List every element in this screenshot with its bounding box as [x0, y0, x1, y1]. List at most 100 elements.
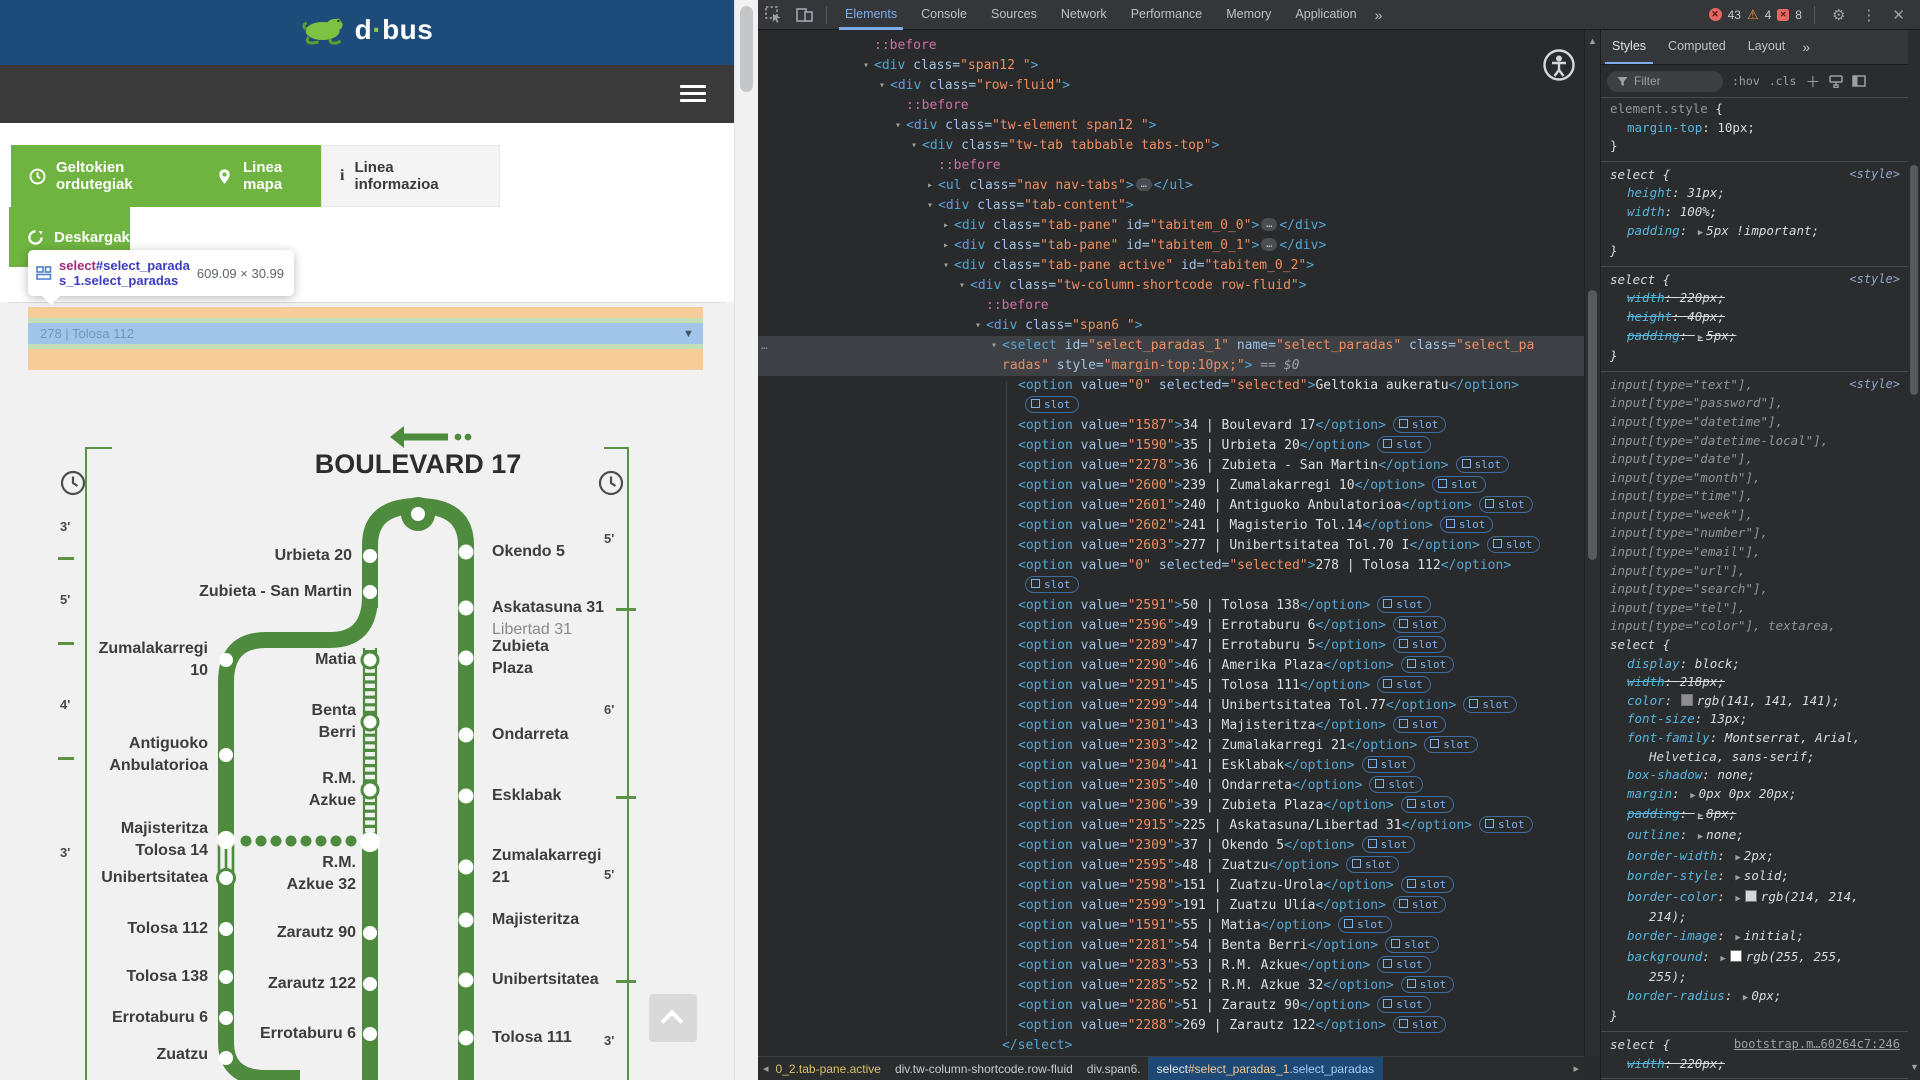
expand-arrow-icon[interactable]: ▾: [988, 336, 1000, 356]
expand-arrow-icon[interactable]: ▾: [908, 136, 920, 156]
code-line[interactable]: <option value="2599">191 | Zuatzu Ulía</…: [758, 896, 1584, 916]
stylesheet-link[interactable]: <style>: [1849, 377, 1900, 391]
devtools-tab-console[interactable]: Console: [909, 0, 979, 30]
code-line[interactable]: <option value="1587">34 | Boulevard 17</…: [758, 416, 1584, 436]
code-line[interactable]: <option value="2306">39 | Zubieta Plaza<…: [758, 796, 1584, 816]
expand-children-button[interactable]: …: [1261, 218, 1277, 231]
more-sidebar-tabs-icon[interactable]: »: [1796, 39, 1816, 55]
css-property[interactable]: box-shadow: none;: [1601, 766, 1908, 785]
code-line[interactable]: ▸<div class="tab-pane" id="tabitem_0_0">…: [758, 216, 1584, 236]
slot-badge[interactable]: slot: [1393, 616, 1447, 633]
expand-arrow-icon[interactable]: ▾: [924, 196, 936, 216]
css-property[interactable]: width: 100%;: [1601, 203, 1908, 222]
slot-badge[interactable]: slot: [1463, 696, 1517, 713]
slot-badge[interactable]: slot: [1424, 736, 1478, 753]
css-property[interactable]: outline: ▶none;: [1601, 826, 1908, 847]
expand-shorthand-icon[interactable]: ▶: [1698, 333, 1703, 343]
breadcrumb-item[interactable]: div.span6.: [1080, 1062, 1148, 1076]
code-line[interactable]: <option value="2591">50 | Tolosa 138</op…: [758, 596, 1584, 616]
breadcrumb-item-selected[interactable]: select#select_paradas_1.select_paradas: [1148, 1057, 1384, 1080]
css-property[interactable]: padding: ▶8px;: [1601, 805, 1908, 826]
code-line[interactable]: ::before: [758, 96, 1584, 116]
code-line[interactable]: <option value="2602">241 | Magisterio To…: [758, 516, 1584, 536]
page-scrollbar-thumb[interactable]: [740, 6, 753, 92]
code-line[interactable]: ::before: [758, 156, 1584, 176]
inspect-element-icon[interactable]: [765, 6, 782, 23]
code-line[interactable]: <option value="2283">53 | R.M. Azkue</op…: [758, 956, 1584, 976]
scrollbar-down-arrow[interactable]: ▼: [1910, 1062, 1919, 1072]
new-style-rule-button[interactable]: ＋: [1805, 71, 1820, 92]
code-line[interactable]: ▸<div class="tab-pane" id="tabitem_0_1">…: [758, 236, 1584, 256]
slot-badge[interactable]: slot: [1401, 876, 1455, 893]
css-property[interactable]: border-radius: ▶0px;: [1601, 987, 1908, 1008]
toggle-hover-state-button[interactable]: :hov: [1732, 74, 1760, 88]
device-toolbar-icon[interactable]: [796, 6, 813, 23]
accessibility-person-icon[interactable]: [1542, 48, 1576, 82]
css-property[interactable]: height: 40px;: [1601, 308, 1908, 327]
expand-shorthand-icon[interactable]: ▶: [1698, 811, 1703, 821]
slot-badge[interactable]: slot: [1487, 536, 1541, 553]
css-property[interactable]: width: 220px;: [1601, 289, 1908, 308]
css-selector[interactable]: element.style {: [1601, 100, 1908, 119]
styles-filter-input[interactable]: Filter: [1607, 71, 1723, 92]
devtools-tab-memory[interactable]: Memory: [1214, 0, 1283, 30]
css-property[interactable]: width: 220px;: [1601, 1055, 1908, 1074]
css-property[interactable]: width: 218px;: [1601, 673, 1908, 692]
css-property[interactable]: display: block;: [1601, 655, 1908, 674]
slot-badge[interactable]: slot: [1393, 716, 1447, 733]
error-count-icon[interactable]: ✕: [1709, 8, 1722, 21]
slot-badge[interactable]: slot: [1346, 856, 1400, 873]
dbus-logo[interactable]: d·bus: [301, 14, 434, 46]
code-line[interactable]: ▾<div class="tab-content">: [758, 196, 1584, 216]
expand-shorthand-icon[interactable]: ▶: [1735, 933, 1740, 943]
expand-shorthand-icon[interactable]: ▶: [1735, 873, 1740, 883]
breadcrumb-item[interactable]: div.tw-column-shortcode.row-fluid: [888, 1062, 1080, 1076]
slot-badge[interactable]: slot: [1401, 796, 1455, 813]
elements-scrollbar-thumb[interactable]: [1588, 290, 1597, 560]
slot-badge[interactable]: slot: [1393, 896, 1447, 913]
tab-linea-mapa[interactable]: Linea mapa: [206, 145, 321, 207]
code-line[interactable]: slot: [758, 576, 1584, 596]
slot-badge[interactable]: slot: [1393, 1016, 1447, 1033]
code-line[interactable]: ▾<div class="row-fluid">: [758, 76, 1584, 96]
slot-badge[interactable]: slot: [1025, 396, 1079, 413]
code-line[interactable]: <option value="2915">225 | Askatasuna/Li…: [758, 816, 1584, 836]
expand-children-button[interactable]: …: [1261, 238, 1277, 251]
tab-computed[interactable]: Computed: [1657, 30, 1737, 64]
code-line[interactable]: <option value="2299">44 | Unibertsitatea…: [758, 696, 1584, 716]
expand-shorthand-icon[interactable]: ▶: [1735, 894, 1740, 904]
elements-scrollbar[interactable]: ▲: [1584, 30, 1600, 1056]
code-line[interactable]: <option value="2291">45 | Tolosa 111</op…: [758, 676, 1584, 696]
kebab-menu-icon[interactable]: ⋮: [1856, 6, 1881, 24]
code-line[interactable]: ▾…<select id="select_paradas_1" name="se…: [758, 336, 1584, 356]
expand-arrow-icon[interactable]: ▸: [924, 176, 936, 196]
expand-shorthand-icon[interactable]: ▶: [1698, 228, 1703, 238]
css-property[interactable]: padding: ▶5px;: [1601, 327, 1908, 348]
breadcrumb-right-arrow[interactable]: ▸: [1568, 1062, 1584, 1075]
expand-arrow-icon[interactable]: ▾: [860, 56, 872, 76]
close-devtools-icon[interactable]: ✕: [1887, 6, 1910, 24]
css-property[interactable]: border-style: ▶solid;: [1601, 867, 1908, 888]
code-line[interactable]: ▾<div class="tab-pane active" id="tabite…: [758, 256, 1584, 276]
color-swatch[interactable]: [1681, 694, 1693, 706]
slot-badge[interactable]: slot: [1401, 976, 1455, 993]
stylesheet-link[interactable]: <style>: [1849, 167, 1900, 181]
code-line[interactable]: <option value="2290">46 | Amerika Plaza<…: [758, 656, 1584, 676]
expand-shorthand-icon[interactable]: ▶: [1735, 853, 1740, 863]
css-property[interactable]: margin-top: 10px;: [1601, 119, 1908, 138]
slot-badge[interactable]: slot: [1369, 776, 1423, 793]
code-line[interactable]: <option value="0" selected="selected">27…: [758, 556, 1584, 576]
expand-arrow-icon[interactable]: ▾: [940, 256, 952, 276]
code-line[interactable]: <option value="2601">240 | Antiguoko Anb…: [758, 496, 1584, 516]
code-line[interactable]: </select>: [758, 1036, 1584, 1056]
code-line[interactable]: <option value="2285">52 | R.M. Azkue 32<…: [758, 976, 1584, 996]
code-line[interactable]: <option value="2598">151 | Zuatzu-Urola<…: [758, 876, 1584, 896]
stylesheet-link[interactable]: bootstrap.m…60264c7:246: [1734, 1037, 1900, 1051]
tab-geltokien-ordutegiak[interactable]: Geltokien ordutegiak: [11, 145, 221, 207]
breadcrumb-left-arrow[interactable]: ◂: [758, 1062, 774, 1075]
css-property[interactable]: border-color: ▶rgb(214, 214,: [1601, 888, 1908, 909]
color-swatch[interactable]: [1745, 890, 1757, 902]
code-line[interactable]: <option value="1590">35 | Urbieta 20</op…: [758, 436, 1584, 456]
slot-badge[interactable]: slot: [1479, 496, 1533, 513]
code-line[interactable]: <option value="2595">48 | Zuatzu</option…: [758, 856, 1584, 876]
